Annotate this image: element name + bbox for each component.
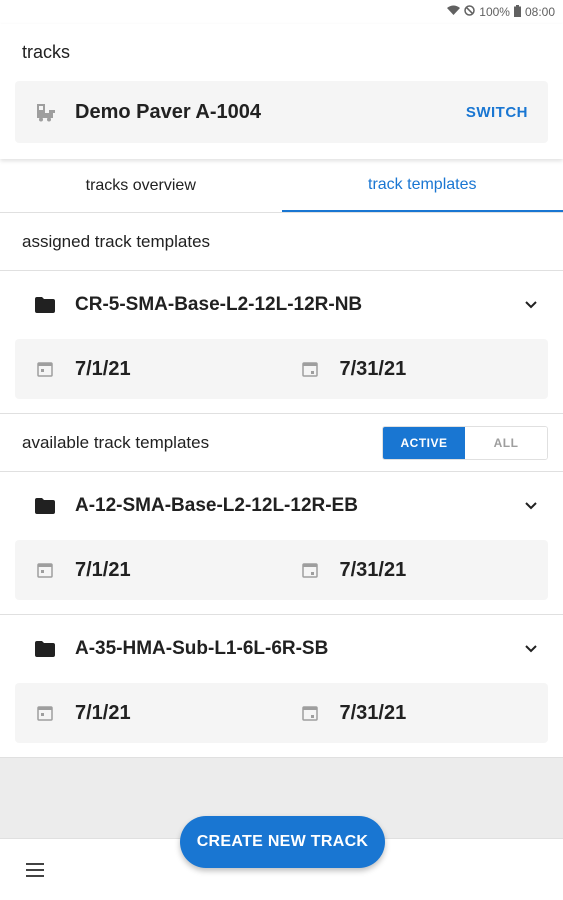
page-title: tracks bbox=[22, 42, 71, 62]
template-item[interactable]: CR-5-SMA-Base-L2-12L-12R-NB 7/1/21 7/31/… bbox=[0, 271, 563, 414]
paver-icon bbox=[35, 102, 57, 122]
folder-icon bbox=[35, 641, 55, 657]
start-date: 7/1/21 bbox=[15, 559, 284, 582]
battery-icon bbox=[513, 4, 521, 20]
battery-percent: 100% bbox=[479, 5, 510, 19]
end-date-value: 7/31/21 bbox=[339, 558, 407, 581]
template-name: A-12-SMA-Base-L2-12L-12R-EB bbox=[75, 495, 358, 516]
template-row[interactable]: A-35-HMA-Sub-L1-6L-6R-SB bbox=[15, 615, 548, 683]
chevron-down-icon[interactable] bbox=[524, 499, 538, 513]
start-date-value: 7/1/21 bbox=[75, 558, 131, 581]
date-range: 7/1/21 7/31/21 bbox=[15, 540, 548, 600]
folder-icon bbox=[35, 297, 55, 313]
assigned-heading: assigned track templates bbox=[22, 231, 211, 251]
available-heading: available track templates bbox=[22, 432, 210, 452]
folder-icon bbox=[35, 498, 55, 514]
filter-active-button[interactable]: ACTIVE bbox=[383, 426, 465, 459]
date-range: 7/1/21 7/31/21 bbox=[15, 339, 548, 399]
tab-bar: tracks overview track templates bbox=[0, 159, 563, 213]
available-section-header: available track templates ACTIVE ALL bbox=[0, 414, 563, 472]
machine-name: Demo Paver A-1004 bbox=[75, 100, 262, 123]
hamburger-menu-icon[interactable] bbox=[26, 862, 44, 877]
app-header: tracks Demo Paver A-1004 SWITCH bbox=[0, 24, 563, 159]
machine-card: Demo Paver A-1004 SWITCH bbox=[15, 81, 548, 143]
template-item[interactable]: A-35-HMA-Sub-L1-6L-6R-SB 7/1/21 7/31/21 bbox=[0, 615, 563, 758]
end-date-value: 7/31/21 bbox=[339, 357, 407, 380]
clock: 08:00 bbox=[524, 5, 555, 19]
tab-tracks-overview[interactable]: tracks overview bbox=[0, 159, 282, 212]
start-date-value: 7/1/21 bbox=[75, 357, 131, 380]
template-name: CR-5-SMA-Base-L2-12L-12R-NB bbox=[75, 294, 363, 315]
calendar-icon bbox=[37, 706, 53, 721]
status-bar: 100% 08:00 bbox=[0, 0, 563, 24]
filter-toggle: ACTIVE ALL bbox=[382, 425, 548, 460]
content: assigned track templates CR-5-SMA-Base-L… bbox=[0, 213, 563, 758]
date-range: 7/1/21 7/31/21 bbox=[15, 683, 548, 743]
calendar-icon bbox=[37, 563, 53, 578]
chevron-down-icon[interactable] bbox=[524, 298, 538, 312]
calendar-icon bbox=[301, 362, 318, 377]
template-row[interactable]: A-12-SMA-Base-L2-12L-12R-EB bbox=[15, 472, 548, 540]
end-date-value: 7/31/21 bbox=[339, 701, 407, 724]
filter-all-button[interactable]: ALL bbox=[465, 426, 547, 459]
template-row[interactable]: CR-5-SMA-Base-L2-12L-12R-NB bbox=[15, 271, 548, 339]
calendar-icon bbox=[301, 563, 318, 578]
template-item[interactable]: A-12-SMA-Base-L2-12L-12R-EB 7/1/21 7/31/… bbox=[0, 472, 563, 615]
end-date: 7/31/21 bbox=[284, 559, 549, 582]
end-date: 7/31/21 bbox=[284, 702, 549, 725]
start-date: 7/1/21 bbox=[15, 358, 284, 381]
create-new-track-button[interactable]: CREATE NEW TRACK bbox=[180, 816, 385, 868]
do-not-disturb-icon bbox=[464, 5, 476, 19]
calendar-icon bbox=[37, 362, 53, 377]
start-date-value: 7/1/21 bbox=[75, 701, 131, 724]
tab-track-templates[interactable]: track templates bbox=[281, 159, 563, 212]
assigned-section-header: assigned track templates bbox=[0, 213, 563, 271]
calendar-icon bbox=[301, 706, 318, 721]
start-date: 7/1/21 bbox=[15, 702, 284, 725]
switch-machine-button[interactable]: SWITCH bbox=[466, 104, 528, 121]
template-name: A-35-HMA-Sub-L1-6L-6R-SB bbox=[75, 638, 329, 659]
wifi-icon bbox=[447, 5, 461, 19]
end-date: 7/31/21 bbox=[284, 358, 549, 381]
chevron-down-icon[interactable] bbox=[524, 642, 538, 656]
